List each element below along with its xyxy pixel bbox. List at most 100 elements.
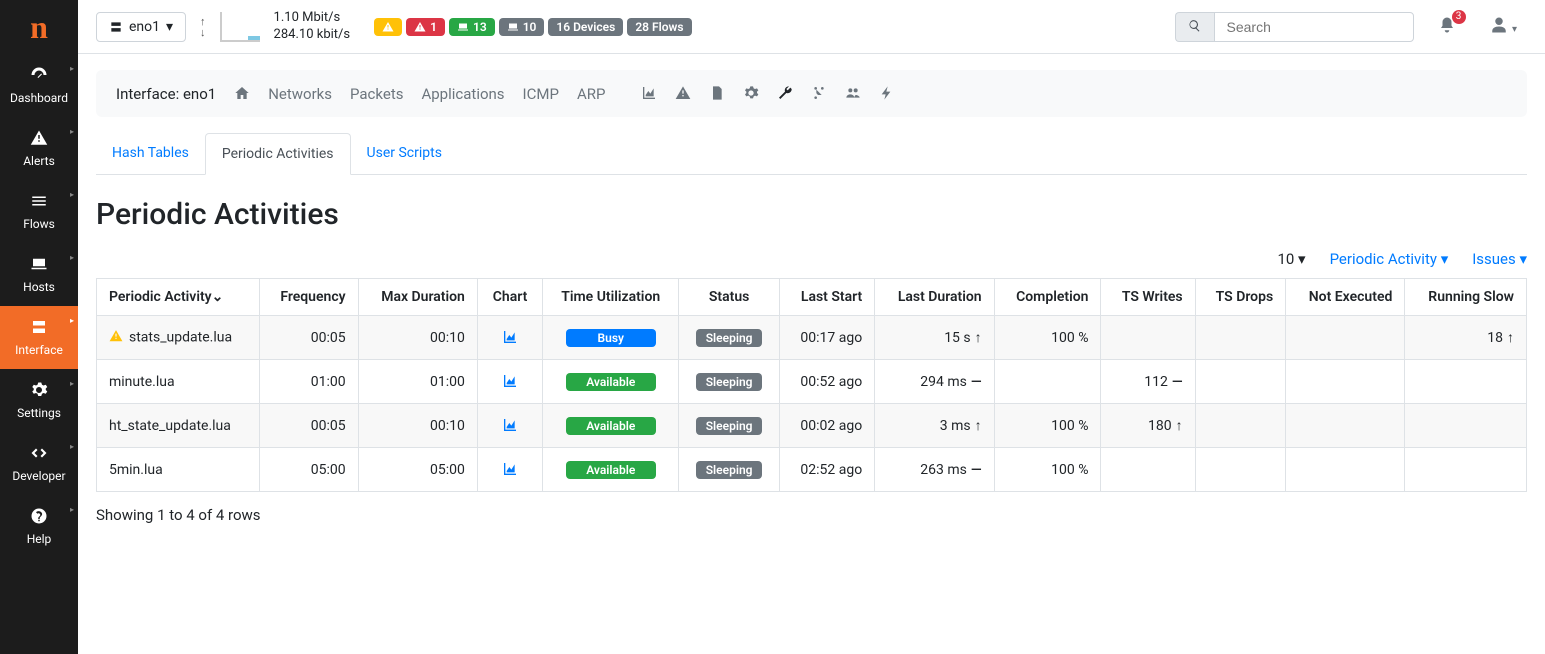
- flows-icon: [30, 192, 48, 213]
- home-icon[interactable]: [234, 84, 250, 103]
- cell-status: Sleeping: [679, 404, 780, 448]
- th-completion[interactable]: Completion: [994, 279, 1101, 316]
- cell-last-duration: 263 ms—: [875, 448, 994, 492]
- tab-periodic-activities[interactable]: Periodic Activities: [205, 133, 351, 175]
- trend-icon: —: [1172, 374, 1183, 390]
- cell-ts-writes: [1101, 448, 1195, 492]
- search-icon: [1188, 19, 1201, 32]
- periodic-activity-filter[interactable]: Periodic Activity ▾: [1330, 250, 1449, 268]
- chart-link-icon[interactable]: [502, 372, 518, 391]
- notifications-button[interactable]: 3: [1428, 16, 1466, 37]
- th-running-slow[interactable]: Running Slow: [1405, 279, 1527, 316]
- warning-icon[interactable]: [675, 84, 691, 103]
- th-ts-writes[interactable]: TS Writes: [1101, 279, 1195, 316]
- sort-icon: ⌄: [212, 289, 224, 305]
- th-last-duration[interactable]: Last Duration: [875, 279, 994, 316]
- search: [1175, 12, 1413, 42]
- status-badges: 1131016 Devices28 Flows: [374, 18, 691, 36]
- badge-flows[interactable]: 28 Flows: [627, 18, 691, 36]
- users-icon[interactable]: [845, 84, 861, 103]
- breadcrumb-link-arp[interactable]: ARP: [577, 85, 606, 103]
- bolt-icon[interactable]: [879, 84, 895, 103]
- sidebar-item-help[interactable]: ▸ Help: [0, 495, 78, 558]
- table-row: stats_update.lua 00:05 00:10 Busy Sleepi…: [97, 316, 1527, 360]
- trend-icon: ↑: [1176, 418, 1183, 434]
- caret-down-icon: ▾: [166, 19, 173, 35]
- chevron-right-icon: ▸: [70, 505, 74, 514]
- cell-ts-writes: 180↑: [1101, 404, 1195, 448]
- sidebar-item-label: Flows: [23, 217, 55, 231]
- sidebar-item-dashboard[interactable]: ▸ Dashboard: [0, 54, 78, 117]
- breadcrumb: Interface: eno1 NetworksPacketsApplicati…: [96, 70, 1527, 117]
- chart-icon[interactable]: [641, 84, 657, 103]
- badge-devices[interactable]: 16 Devices: [548, 18, 623, 36]
- breadcrumb-link-applications[interactable]: Applications: [421, 85, 504, 103]
- cell-max-duration: 01:00: [358, 360, 477, 404]
- sidebar-item-interface[interactable]: ▸ Interface: [0, 306, 78, 369]
- warning-icon: [414, 21, 426, 33]
- badge-alert[interactable]: 1: [406, 18, 445, 36]
- page-size-dropdown[interactable]: 10 ▾: [1277, 250, 1305, 268]
- sidebar-item-settings[interactable]: ▸ Settings: [0, 369, 78, 432]
- interface-dropdown[interactable]: eno1 ▾: [96, 12, 186, 42]
- cell-last-duration: 294 ms—: [875, 360, 994, 404]
- tabs: Hash TablesPeriodic ActivitiesUser Scrip…: [96, 133, 1527, 175]
- tab-user-scripts[interactable]: User Scripts: [351, 133, 458, 174]
- th-status[interactable]: Status: [679, 279, 780, 316]
- th-ts-drops[interactable]: TS Drops: [1195, 279, 1286, 316]
- th-not-executed[interactable]: Not Executed: [1286, 279, 1405, 316]
- logo[interactable]: n: [0, 0, 78, 54]
- sidebar-item-alerts[interactable]: ▸ Alerts: [0, 117, 78, 180]
- chart-link-icon[interactable]: [502, 328, 518, 347]
- user-menu[interactable]: ▾: [1480, 16, 1528, 37]
- cell-status: Sleeping: [679, 360, 780, 404]
- issues-filter[interactable]: Issues ▾: [1472, 250, 1527, 268]
- help-icon: [30, 507, 48, 528]
- badge-hosts-grey[interactable]: 10: [499, 18, 545, 36]
- breadcrumb-link-icmp[interactable]: ICMP: [523, 85, 559, 103]
- chart-link-icon[interactable]: [502, 416, 518, 435]
- cell-last-start: 00:52 ago: [779, 360, 874, 404]
- wrench-icon[interactable]: [777, 84, 793, 103]
- table-footer: Showing 1 to 4 of 4 rows: [96, 506, 1527, 524]
- chart-link-icon[interactable]: [502, 460, 518, 479]
- cell-utilization: Available: [543, 360, 679, 404]
- trend-icon: ↑: [975, 418, 982, 434]
- trend-icon: —: [971, 374, 982, 390]
- breadcrumb-link-networks[interactable]: Networks: [268, 85, 332, 103]
- cell-last-duration: 15 s↑: [875, 316, 994, 360]
- trend-icon: ↑: [975, 330, 982, 346]
- search-button[interactable]: [1175, 12, 1213, 42]
- th-frequency[interactable]: Frequency: [259, 279, 358, 316]
- search-input[interactable]: [1214, 12, 1414, 42]
- badge-hosts-green[interactable]: 13: [449, 18, 495, 36]
- network-icon: [30, 318, 48, 339]
- sidebar-item-label: Alerts: [23, 154, 55, 168]
- sidebar-item-flows[interactable]: ▸ Flows: [0, 180, 78, 243]
- topbar: eno1 ▾ ↑↓ 1.10 Mbit/s 284.10 kbit/s 1131…: [78, 0, 1545, 54]
- logo-letter: n: [30, 9, 48, 46]
- badge-warn[interactable]: [374, 18, 402, 36]
- cell-completion: 100 %: [994, 404, 1101, 448]
- chevron-right-icon: ▸: [70, 64, 74, 73]
- cell-name: stats_update.lua: [97, 316, 260, 360]
- th-last-start[interactable]: Last Start: [779, 279, 874, 316]
- cell-utilization: Busy: [543, 316, 679, 360]
- cell-chart: [477, 448, 542, 492]
- sidebar-item-label: Dashboard: [10, 91, 68, 105]
- laptop-icon: [507, 21, 519, 33]
- gear-icon[interactable]: [743, 84, 759, 103]
- branch-icon[interactable]: [811, 84, 827, 103]
- cell-chart: [477, 404, 542, 448]
- sidebar-item-hosts[interactable]: ▸ Hosts: [0, 243, 78, 306]
- th-time-utilization[interactable]: Time Utilization: [543, 279, 679, 316]
- breadcrumb-link-packets[interactable]: Packets: [350, 85, 403, 103]
- th-periodic-activity[interactable]: Periodic Activity⌄: [97, 279, 260, 316]
- dashboard-icon: [30, 66, 48, 87]
- sidebar-item-developer[interactable]: ▸ Developer: [0, 432, 78, 495]
- th-chart[interactable]: Chart: [477, 279, 542, 316]
- document-icon[interactable]: [709, 84, 725, 103]
- tab-hash-tables[interactable]: Hash Tables: [96, 133, 205, 174]
- table-row: ht_state_update.lua 00:05 00:10 Availabl…: [97, 404, 1527, 448]
- th-max-duration[interactable]: Max Duration: [358, 279, 477, 316]
